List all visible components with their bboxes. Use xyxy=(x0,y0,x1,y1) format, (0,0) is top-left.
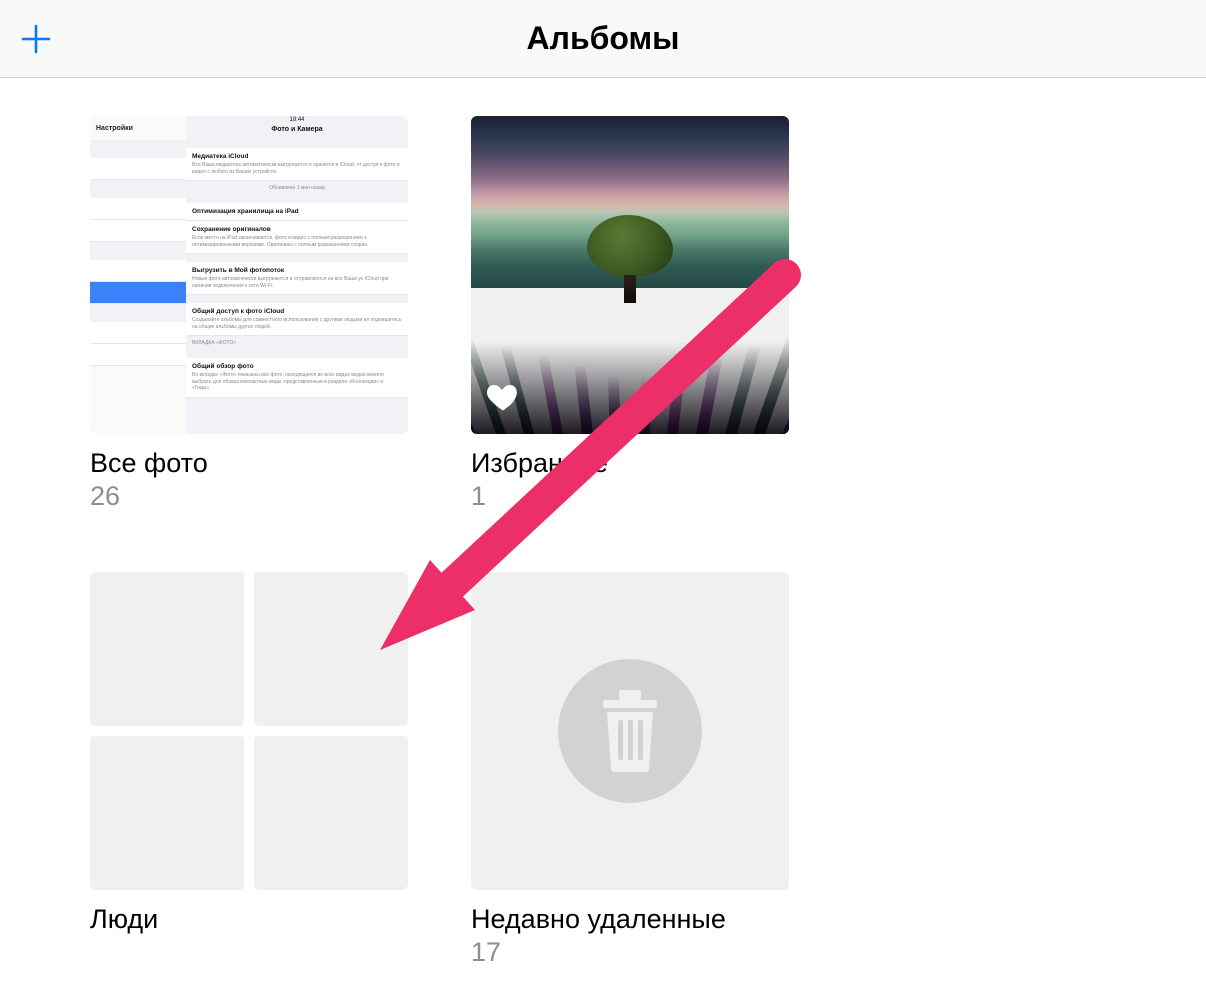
album-thumbnail xyxy=(471,572,789,890)
thumb-foot: Обновлено 1 мин назад xyxy=(186,181,408,195)
thumb-row-desc: Во вкладке «Фото» показаны все фото, нах… xyxy=(192,372,402,392)
album-recently-deleted[interactable]: Недавно удаленные 17 xyxy=(471,572,789,968)
album-count: 26 xyxy=(90,481,408,512)
recently-deleted-thumb xyxy=(471,572,789,890)
thumb-foot: ВКЛАДКА «ФОТО» xyxy=(186,336,408,350)
album-title: Все фото xyxy=(90,448,408,479)
albums-grid-container: Настройки xyxy=(0,78,1206,968)
album-title: Недавно удаленные xyxy=(471,904,789,935)
people-placeholder xyxy=(254,736,408,890)
album-favorites[interactable]: Избранное 1 xyxy=(471,116,789,512)
thumb-time: 18:44 xyxy=(186,117,408,123)
people-placeholder xyxy=(90,736,244,890)
album-people[interactable]: Люди xyxy=(90,572,408,968)
thumb-row-heading: Общий доступ к фото iCloud xyxy=(192,308,402,315)
thumb-sidebar-title: Настройки xyxy=(90,116,186,140)
album-thumbnail: Настройки xyxy=(90,116,408,434)
album-all-photos[interactable]: Настройки xyxy=(90,116,408,512)
thumb-row-desc: Если место на iPad заканчивается, фото и… xyxy=(192,235,402,248)
thumb-row-heading: Сохранение оригиналов xyxy=(192,226,402,233)
thumb-row-desc: Новые фото автоматически выгружаются и о… xyxy=(192,276,402,289)
nav-header: Альбомы xyxy=(0,0,1206,78)
add-album-button[interactable] xyxy=(12,15,60,63)
trash-icon xyxy=(595,690,665,772)
albums-grid: Настройки xyxy=(90,116,1116,968)
people-placeholder xyxy=(90,572,244,726)
lavender-photo-thumb xyxy=(471,116,789,434)
album-title: Избранное xyxy=(471,448,789,479)
album-thumbnail xyxy=(471,116,789,434)
thumb-row-desc: Вся Ваша медиатека автоматически выгружа… xyxy=(192,162,402,175)
people-placeholder xyxy=(254,572,408,726)
album-title: Люди xyxy=(90,904,408,935)
album-thumbnail xyxy=(90,572,408,890)
settings-screenshot-thumb: Настройки xyxy=(90,116,408,434)
album-count: 17 xyxy=(471,937,789,968)
thumb-row-heading: Общий обзор фото xyxy=(192,363,402,370)
heart-icon xyxy=(485,379,521,420)
thumb-row-desc: Создавайте альбомы для совместного испол… xyxy=(192,317,402,330)
page-title: Альбомы xyxy=(527,20,680,57)
thumb-row-heading: Оптимизация хранилища на iPad xyxy=(192,208,402,215)
thumb-row-heading: Выгрузить в Мой фотопоток xyxy=(192,267,402,274)
album-count: 1 xyxy=(471,481,789,512)
people-grid-thumb xyxy=(90,572,408,890)
plus-icon xyxy=(18,21,54,57)
thumb-row-heading: Медиатека iCloud xyxy=(192,153,402,160)
